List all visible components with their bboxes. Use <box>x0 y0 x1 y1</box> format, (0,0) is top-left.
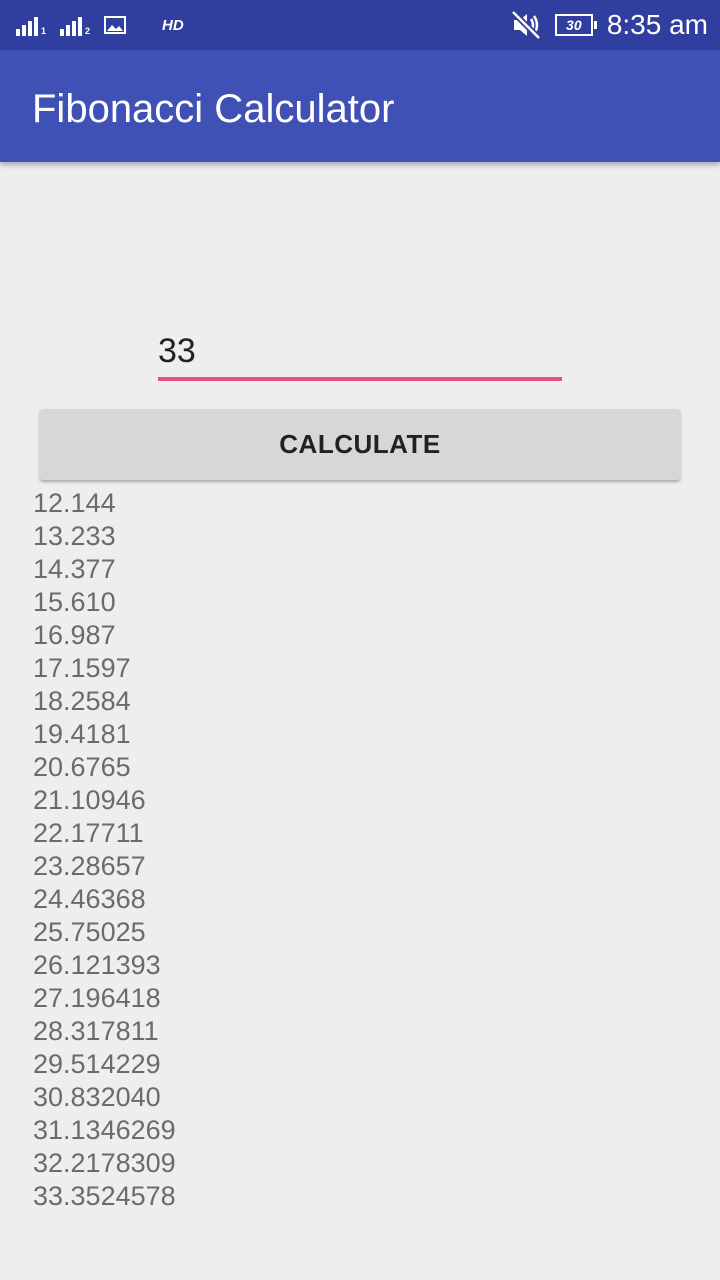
result-item: 13.233 <box>33 521 116 551</box>
app-title: Fibonacci Calculator <box>32 87 395 131</box>
result-item: 23.28657 <box>33 851 146 881</box>
status-time: 8:35 am <box>606 9 708 40</box>
result-item: 14.377 <box>33 554 116 584</box>
result-item: 16.987 <box>33 620 116 650</box>
result-item: 25.75025 <box>33 917 146 947</box>
result-item: 20.6765 <box>33 752 131 782</box>
result-item: 19.4181 <box>33 719 131 749</box>
number-input[interactable] <box>158 325 562 381</box>
battery-icon: 30 <box>554 14 597 36</box>
hd-icon: HD <box>162 16 184 34</box>
result-item: 21.10946 <box>33 785 146 815</box>
result-item: 29.514229 <box>33 1049 161 1079</box>
result-item: 12.144 <box>33 488 116 518</box>
result-item: 24.46368 <box>33 884 146 914</box>
signal-icon: 2 <box>60 14 90 36</box>
result-item: 26.121393 <box>33 950 161 980</box>
result-item: 32.2178309 <box>33 1148 176 1178</box>
status-bar-left: 1 2 HD <box>16 0 184 50</box>
result-item: 27.196418 <box>33 983 161 1013</box>
signal-icon: 1 <box>16 14 46 36</box>
result-item: 18.2584 <box>33 686 131 716</box>
gallery-icon <box>104 16 127 34</box>
calculate-button[interactable]: CALCULATE <box>40 409 680 480</box>
app-bar: Fibonacci Calculator <box>0 50 720 162</box>
results-list: 12.144 13.233 14.377 15.610 16.987 17.1597 18.… <box>33 487 176 1213</box>
battery-level: 30 <box>566 17 582 33</box>
status-bar: 1 2 HD 30 8:35 am <box>0 0 720 50</box>
result-item: 31.1346269 <box>33 1115 176 1145</box>
sim1-label: 1 <box>41 26 47 36</box>
result-item: 33.3524578 <box>33 1181 176 1211</box>
result-item: 22.17711 <box>33 818 144 848</box>
result-item: 30.832040 <box>33 1082 161 1112</box>
result-item: 15.610 <box>33 587 116 617</box>
result-item: 28.317811 <box>33 1016 159 1046</box>
status-bar-right: 30 8:35 am <box>509 0 708 50</box>
mute-icon <box>510 9 541 41</box>
result-item: 17.1597 <box>33 653 131 683</box>
sim2-label: 2 <box>85 26 91 36</box>
